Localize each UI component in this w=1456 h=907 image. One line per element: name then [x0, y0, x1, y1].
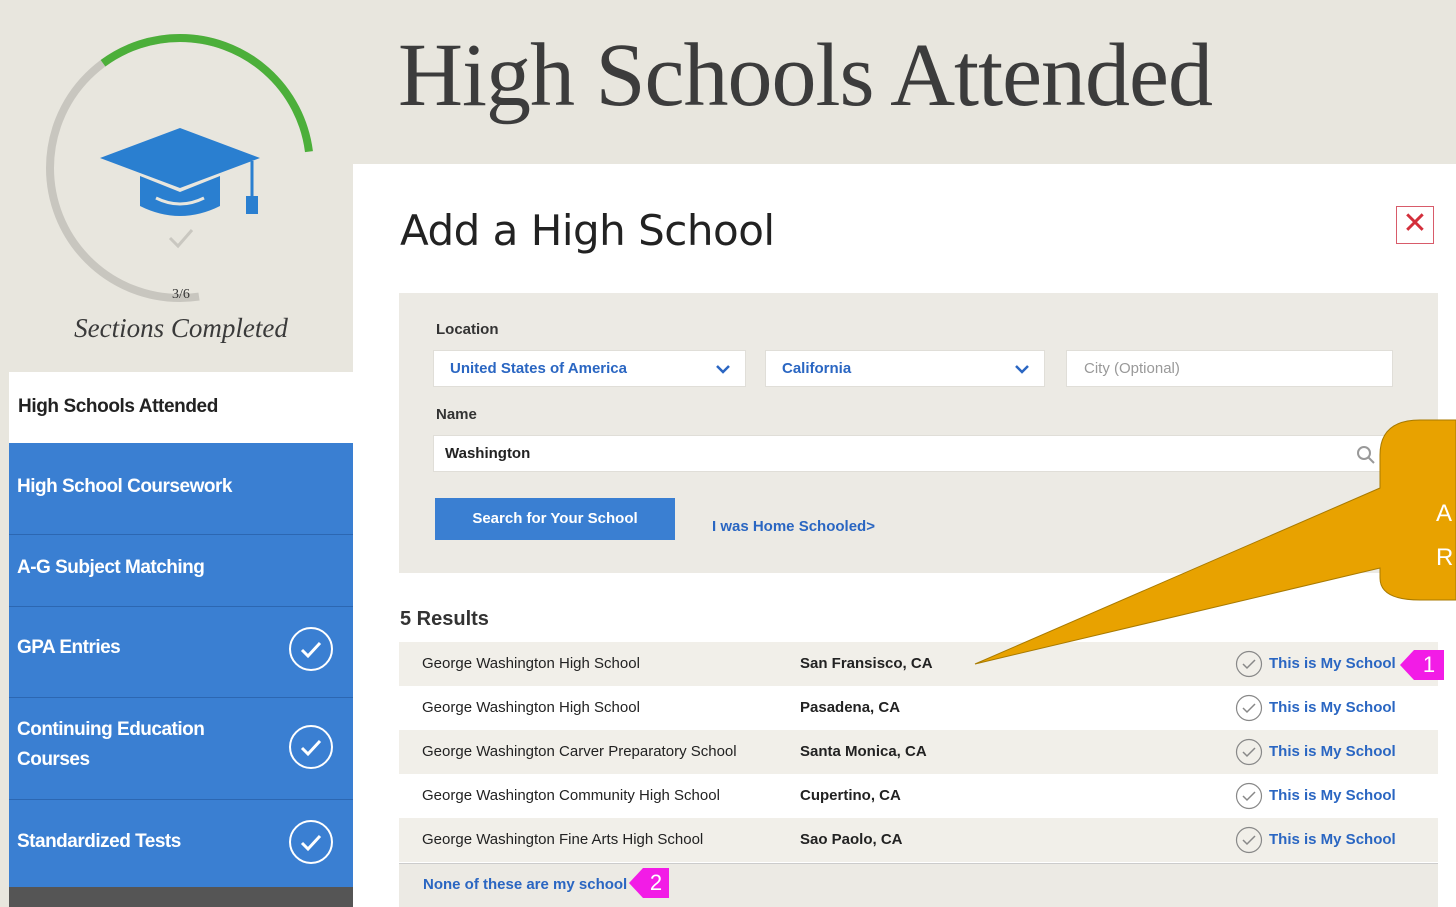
home-schooled-label: I was Home Schooled	[712, 518, 867, 535]
select-school-label: This is My School	[1269, 831, 1396, 848]
sidebar-item-label: High School Coursework	[17, 476, 232, 497]
state-value: California	[782, 360, 852, 377]
school-name: George Washington High School	[422, 655, 640, 672]
sidebar-item-high-school-coursework[interactable]: High School Coursework	[9, 443, 353, 535]
sidebar-item-label: GPA Entries	[17, 637, 121, 658]
school-name-value: Washington	[445, 445, 531, 462]
select-school-label: This is My School	[1269, 699, 1396, 716]
chevron-down-icon	[1015, 365, 1029, 374]
search-icon[interactable]	[1356, 445, 1376, 465]
country-value: United States of America	[450, 360, 627, 377]
school-name: George Washington Carver Preparatory Sch…	[422, 743, 737, 760]
table-row: George Washington Carver Preparatory Sch…	[399, 730, 1438, 774]
table-row: George Washington Fine Arts High School …	[399, 818, 1438, 862]
sidebar-item-label: Continuing Education Courses	[17, 719, 205, 770]
none-of-these-link[interactable]: None of these are my school	[423, 876, 627, 893]
table-row: George Washington Community High School …	[399, 774, 1438, 818]
school-location: Pasadena, CA	[800, 699, 901, 716]
country-select[interactable]: United States of America	[433, 350, 746, 387]
annotation-marker-1: 1	[1400, 650, 1444, 680]
table-row: George Washington High School Pasadena, …	[399, 686, 1438, 730]
sidebar-item-gpa-entries[interactable]: GPA Entries	[9, 606, 353, 698]
sidebar-item-ag-subject-matching[interactable]: A-G Subject Matching	[9, 534, 353, 607]
sidebar-item-label: Standardized Tests	[17, 831, 181, 852]
add-school-dialog: Add a High School ✕ Location United Stat…	[353, 164, 1456, 907]
home-schooled-link[interactable]: I was Home Schooled>	[712, 518, 875, 535]
close-icon: ✕	[1402, 207, 1428, 240]
location-label: Location	[436, 321, 499, 338]
school-location: San Fransisco, CA	[800, 655, 933, 672]
progress-panel: 3/6 Sections Completed	[9, 0, 353, 372]
table-row: George Washington High School San Fransi…	[399, 642, 1438, 686]
school-location: Cupertino, CA	[800, 787, 901, 804]
sidebar: 3/6 Sections Completed High Schools Atte…	[9, 0, 353, 907]
results-count: 5 Results	[400, 608, 489, 630]
select-school-label: This is My School	[1269, 787, 1396, 804]
callout-text-line-2: R	[1436, 544, 1454, 571]
search-school-button[interactable]: Search for Your School	[435, 498, 675, 540]
sidebar-item-high-schools-attended[interactable]: High Schools Attended	[9, 372, 353, 443]
school-location: Sao Paolo, CA	[800, 831, 903, 848]
school-name: George Washington Fine Arts High School	[422, 831, 704, 848]
chevron-right-icon: >	[866, 518, 875, 535]
check-circle-icon	[1235, 694, 1263, 722]
sidebar-nav: High School Coursework A-G Subject Match…	[9, 443, 353, 887]
check-circle-icon	[289, 627, 333, 671]
sidebar-item-continuing-education[interactable]: Continuing Education Courses	[9, 697, 353, 800]
check-circle-icon	[1235, 738, 1263, 766]
state-select[interactable]: California	[765, 350, 1045, 387]
school-name-input[interactable]: Washington	[433, 435, 1393, 472]
name-label: Name	[436, 406, 477, 423]
check-circle-icon	[1235, 826, 1263, 854]
school-name: George Washington High School	[422, 699, 640, 716]
select-school-label: This is My School	[1269, 743, 1396, 760]
search-panel: Location United States of America Califo…	[399, 293, 1438, 573]
school-name: George Washington Community High School	[422, 787, 720, 804]
sidebar-item-label: High Schools Attended	[18, 396, 218, 417]
page-title: High Schools Attended	[398, 26, 1213, 125]
check-circle-icon	[1235, 650, 1263, 678]
sidebar-footer	[9, 887, 353, 907]
sidebar-item-standardized-tests[interactable]: Standardized Tests	[9, 799, 353, 887]
select-school-label: This is My School	[1269, 655, 1396, 672]
close-button[interactable]: ✕	[1396, 206, 1434, 244]
sidebar-item-label: A-G Subject Matching	[17, 557, 205, 578]
check-circle-icon	[1235, 782, 1263, 810]
progress-count: 3/6	[172, 287, 190, 302]
none-of-these-row: None of these are my school	[399, 863, 1438, 907]
check-circle-icon	[289, 820, 333, 864]
chevron-down-icon	[716, 365, 730, 374]
school-location: Santa Monica, CA	[800, 743, 927, 760]
callout-text-line-1: A	[1436, 500, 1453, 527]
dialog-title: Add a High School	[400, 206, 775, 255]
check-circle-icon	[289, 725, 333, 769]
progress-label: Sections Completed	[74, 313, 288, 343]
progress-ring	[46, 34, 314, 302]
city-placeholder: City (Optional)	[1084, 360, 1180, 377]
city-input[interactable]: City (Optional)	[1066, 350, 1393, 387]
annotation-marker-2: 2	[629, 868, 669, 898]
